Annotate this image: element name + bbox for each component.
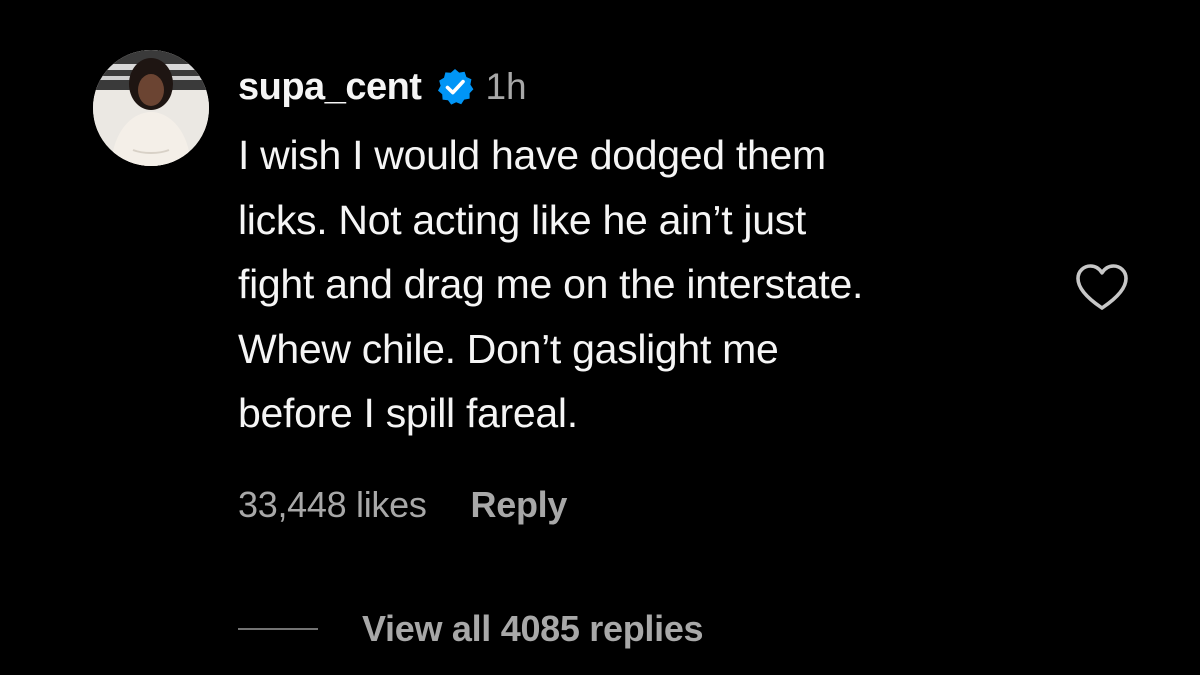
comment: supa_cent 1h I wish I would have dodged … [0, 0, 1200, 675]
comment-meta: 33,448 likes Reply [238, 482, 567, 528]
comment-header: supa_cent 1h [238, 62, 527, 112]
comment-text-line: fight and drag me on the interstate. [238, 261, 864, 307]
replies-divider [238, 628, 318, 630]
reply-button[interactable]: Reply [471, 484, 568, 526]
view-replies-button[interactable]: View all 4085 replies [238, 606, 704, 652]
comment-text-line: Whew chile. Don’t gaslight me [238, 325, 779, 372]
comment-text-line: before I spill fareal. [238, 390, 578, 436]
verified-badge-icon [435, 67, 475, 107]
profile-photo [93, 50, 209, 166]
comment-text-line: licks. Not acting like he ain’t just [238, 196, 807, 243]
username[interactable]: supa_cent [238, 66, 422, 109]
comment-text: I wish I would have dodged them licks. N… [238, 123, 1058, 446]
like-button[interactable] [1072, 260, 1132, 314]
avatar[interactable] [93, 50, 209, 166]
timestamp: 1h [485, 66, 527, 107]
comment-text-line: I wish I would have dodged them [238, 132, 826, 178]
view-replies-label: View all 4085 replies [362, 608, 704, 649]
likes-count[interactable]: 33,448 likes [238, 484, 427, 526]
heart-outline-icon [1076, 264, 1128, 310]
